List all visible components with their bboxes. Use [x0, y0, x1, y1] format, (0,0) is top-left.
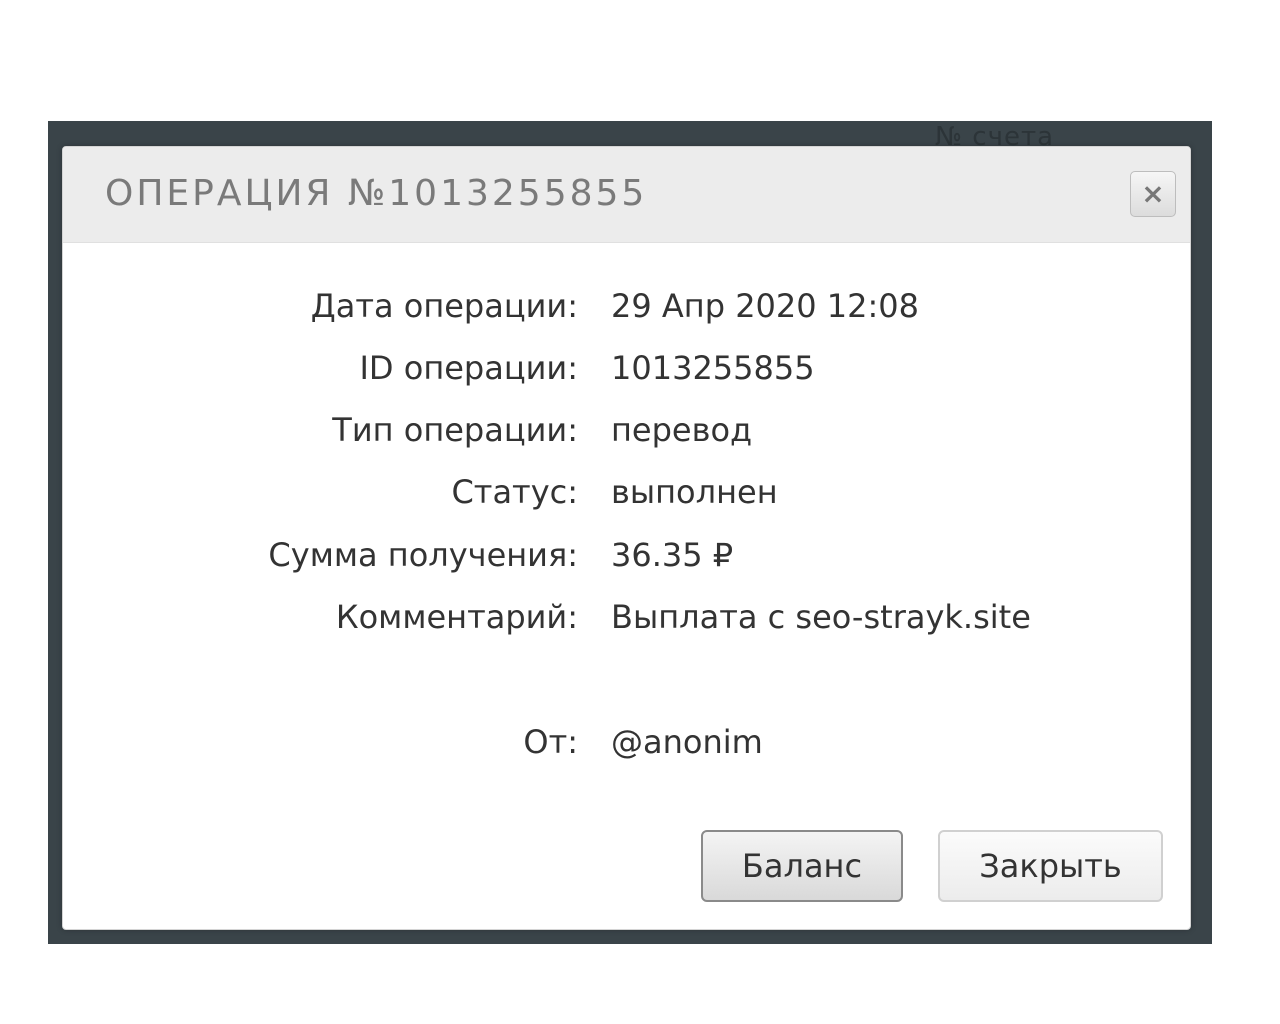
close-icon: × — [1141, 177, 1165, 210]
dialog-title: ОПЕРАЦИЯ №1013255855 — [105, 173, 648, 214]
close-x-button[interactable]: × — [1130, 171, 1176, 217]
detail-row-amount: Сумма получения: 36.35 ₽ — [63, 536, 1190, 576]
close-button[interactable]: Закрыть — [938, 830, 1163, 902]
detail-label: ID операции: — [359, 349, 578, 387]
detail-value: 36.35 ₽ — [611, 536, 734, 574]
detail-label: Статус: — [451, 473, 578, 511]
detail-label: Тип операции: — [332, 411, 578, 449]
detail-value: 1013255855 — [611, 349, 815, 387]
detail-label: Сумма получения: — [268, 536, 578, 574]
detail-row-id: ID операции: 1013255855 — [63, 349, 1190, 389]
balance-button[interactable]: Баланс — [701, 830, 903, 902]
detail-value: Выплата с seo-strayk.site — [611, 598, 1031, 636]
detail-label: Комментарий: — [335, 598, 578, 636]
detail-row-type: Тип операции: перевод — [63, 411, 1190, 451]
operation-dialog: ОПЕРАЦИЯ №1013255855 × Дата операции: 29… — [62, 146, 1191, 930]
detail-label: От: — [523, 723, 578, 761]
detail-row-from: От: @anonim — [63, 723, 1190, 763]
detail-label: Дата операции: — [310, 287, 578, 325]
dialog-header: ОПЕРАЦИЯ №1013255855 × — [63, 147, 1190, 243]
detail-value: @anonim — [611, 723, 763, 761]
detail-row-date: Дата операции: 29 Апр 2020 12:08 — [63, 287, 1190, 327]
detail-row-comment: Комментарий: Выплата с seo-strayk.site — [63, 598, 1190, 638]
detail-value: перевод — [611, 411, 753, 449]
detail-row-status: Статус: выполнен — [63, 473, 1190, 513]
detail-value: выполнен — [611, 473, 778, 511]
detail-value: 29 Апр 2020 12:08 — [611, 287, 920, 325]
